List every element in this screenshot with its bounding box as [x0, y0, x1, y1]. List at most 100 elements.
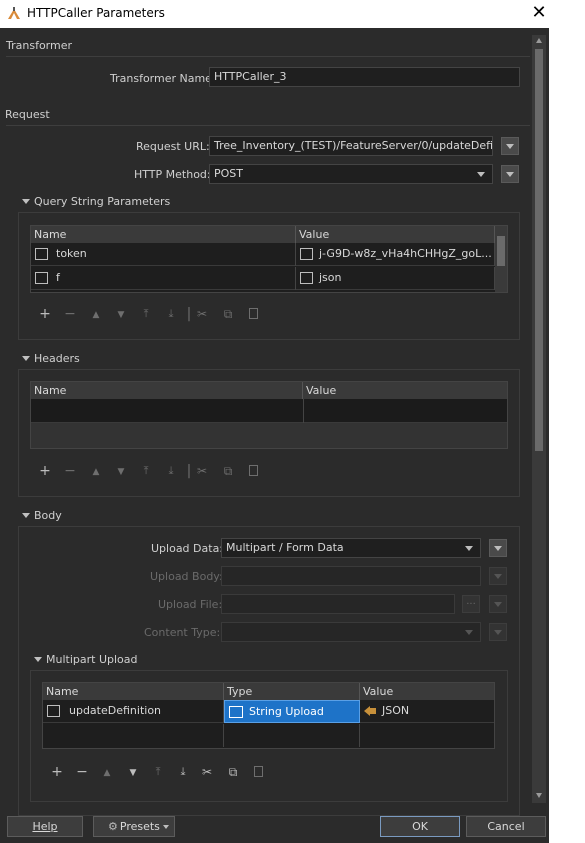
content-type-select[interactable]	[221, 622, 481, 642]
query-string-table: Name Value token j-G9D-w8z_vHa4hCHHgZ_go…	[30, 225, 508, 293]
upload-data-menu-button[interactable]	[489, 539, 507, 557]
collapse-arrow-icon[interactable]	[22, 356, 30, 361]
window-title: HTTPCaller Parameters	[27, 6, 165, 20]
upload-data-select[interactable]: Multipart / Form Data	[221, 538, 481, 558]
add-icon[interactable]: +	[50, 765, 64, 779]
http-method-select[interactable]: POST	[209, 164, 493, 184]
param-value-cell[interactable]: j-G9D-w8z_vHa4hCHHgZ_goL...	[296, 243, 495, 266]
checkbox-icon[interactable]	[35, 272, 48, 284]
table-row[interactable]: token j-G9D-w8z_vHa4hCHHgZ_goL...	[31, 243, 495, 266]
cut-icon[interactable]: ✂	[195, 464, 209, 478]
move-down-icon[interactable]: ▼	[114, 308, 128, 322]
param-name-cell[interactable]: token	[31, 243, 296, 266]
column-header-name[interactable]: Name	[31, 382, 303, 399]
request-url-input[interactable]: Tree_Inventory_(TEST)/FeatureServer/0/up…	[209, 136, 493, 156]
http-method-menu-button[interactable]	[501, 165, 519, 183]
collapse-arrow-icon[interactable]	[34, 657, 42, 662]
paste-icon[interactable]	[254, 766, 263, 777]
content-type-menu-button[interactable]	[489, 623, 507, 641]
add-icon[interactable]: +	[38, 464, 52, 478]
upload-file-menu-button[interactable]	[489, 595, 507, 613]
close-icon[interactable]: ✕	[530, 3, 548, 23]
copy-icon[interactable]: ⧉	[221, 307, 235, 321]
move-top-icon[interactable]: ⤒	[139, 464, 153, 478]
scrollbar-thumb[interactable]	[535, 49, 543, 451]
dialog-body: Transformer Transformer Name: HTTPCaller…	[0, 28, 549, 843]
move-top-icon[interactable]: ⤒	[139, 307, 153, 321]
part-value-cell[interactable]: JSON	[360, 700, 494, 723]
part-type-cell-selected[interactable]: String Upload	[224, 700, 360, 723]
remove-icon[interactable]: −	[63, 464, 77, 478]
presets-button[interactable]: ⚙ Presets	[93, 816, 175, 837]
empty-table-row[interactable]	[31, 399, 507, 423]
column-header-value[interactable]: Value	[360, 683, 494, 700]
cut-icon[interactable]: ✂	[195, 307, 209, 321]
ok-button[interactable]: OK	[380, 816, 460, 837]
browse-button[interactable]: ...	[462, 595, 480, 613]
gear-icon: ⚙	[108, 820, 118, 833]
request-url-menu-button[interactable]	[501, 137, 519, 155]
param-name: f	[56, 271, 60, 284]
scrollbar-thumb[interactable]	[497, 236, 505, 266]
checkbox-icon[interactable]	[300, 248, 313, 260]
checkbox-icon[interactable]	[47, 705, 60, 717]
chevron-down-icon	[494, 602, 502, 607]
move-bottom-icon[interactable]: ⤓	[164, 307, 178, 321]
upload-body-input[interactable]	[221, 566, 481, 586]
move-up-icon[interactable]: ▲	[89, 308, 103, 322]
cut-icon[interactable]: ✂	[200, 765, 214, 779]
empty-cell[interactable]	[224, 724, 360, 747]
column-header-name[interactable]: Name	[43, 683, 224, 700]
empty-cell[interactable]	[43, 724, 224, 747]
table-row[interactable]: updateDefinition String Upload JSON	[43, 700, 494, 723]
main-scrollbar[interactable]	[532, 35, 546, 803]
collapse-arrow-icon[interactable]	[22, 199, 30, 204]
move-bottom-icon[interactable]: ⤓	[176, 765, 190, 779]
add-icon[interactable]: +	[38, 307, 52, 321]
column-header-name[interactable]: Name	[31, 226, 296, 243]
paste-icon[interactable]	[249, 308, 258, 319]
multipart-table: Name Type Value updateDefinition String …	[42, 682, 495, 749]
table-scrollbar[interactable]	[495, 226, 507, 292]
paste-icon[interactable]	[249, 465, 258, 476]
cancel-button[interactable]: Cancel	[466, 816, 546, 837]
transformer-name-input[interactable]: HTTPCaller_3	[209, 67, 520, 87]
param-value-cell[interactable]: json	[296, 267, 495, 290]
scroll-up-icon[interactable]	[536, 38, 542, 43]
chevron-down-icon	[494, 630, 502, 635]
move-bottom-icon[interactable]: ⤓	[164, 464, 178, 478]
column-header-type[interactable]: Type	[224, 683, 360, 700]
chevron-down-icon	[494, 546, 502, 551]
part-name-cell[interactable]: updateDefinition	[43, 700, 224, 723]
move-up-icon[interactable]: ▲	[89, 465, 103, 479]
upload-file-input[interactable]	[221, 594, 455, 614]
collapse-arrow-icon[interactable]	[22, 513, 30, 518]
table-header: Name Value	[31, 226, 495, 243]
scroll-down-icon[interactable]	[536, 793, 542, 798]
toolbar-separator: |	[186, 306, 192, 322]
checkbox-icon[interactable]	[300, 272, 313, 284]
upload-body-menu-button[interactable]	[489, 567, 507, 585]
move-top-icon[interactable]: ⤒	[151, 765, 165, 779]
remove-icon[interactable]: −	[75, 765, 89, 779]
help-button[interactable]: Help	[7, 816, 83, 837]
copy-icon[interactable]: ⧉	[226, 765, 240, 779]
remove-icon[interactable]: −	[63, 307, 77, 321]
divider	[6, 125, 530, 126]
headers-table: Name Value	[30, 381, 508, 449]
column-header-value[interactable]: Value	[303, 382, 507, 399]
request-url-label: Request URL:	[136, 140, 210, 153]
param-name-cell[interactable]: f	[31, 267, 296, 290]
string-upload-icon	[229, 706, 243, 718]
empty-table-row[interactable]	[43, 724, 494, 747]
move-down-icon[interactable]: ▼	[126, 766, 140, 780]
table-row[interactable]: f json	[31, 267, 495, 290]
presets-label: Presets	[119, 820, 160, 833]
checkbox-icon[interactable]	[35, 248, 48, 260]
move-up-icon[interactable]: ▲	[100, 766, 114, 780]
section-query-string: Query String Parameters	[34, 195, 171, 208]
copy-icon[interactable]: ⧉	[221, 464, 235, 478]
move-down-icon[interactable]: ▼	[114, 465, 128, 479]
column-header-value[interactable]: Value	[296, 226, 495, 243]
column-divider	[303, 399, 304, 423]
